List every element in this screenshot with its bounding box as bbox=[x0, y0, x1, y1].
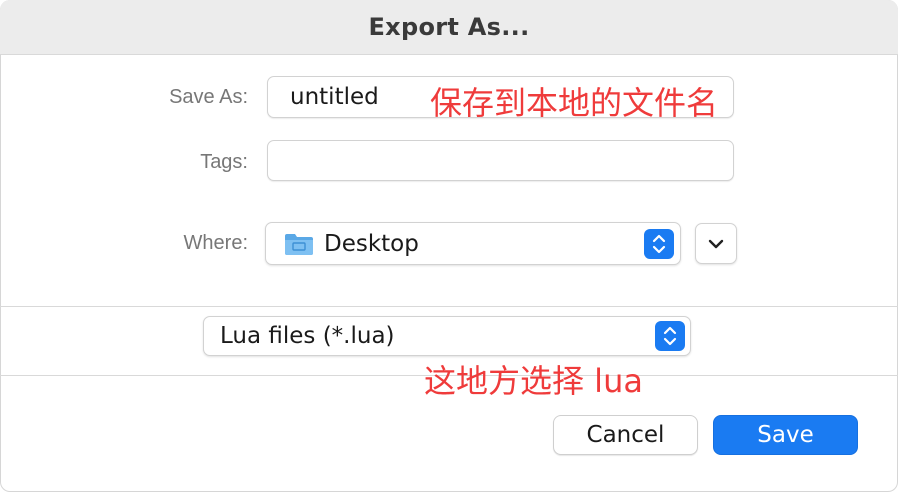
filename-annotation: 保存到本地的文件名 bbox=[430, 84, 719, 122]
file-format-value: Lua files (*.lua) bbox=[220, 323, 395, 349]
where-label: Where: bbox=[183, 232, 248, 254]
where-popup[interactable]: Desktop bbox=[265, 222, 681, 265]
folder-icon bbox=[284, 232, 314, 256]
expand-browser-button[interactable] bbox=[695, 223, 737, 264]
file-format-popup[interactable]: Lua files (*.lua) bbox=[203, 316, 691, 356]
tags-input[interactable] bbox=[267, 140, 734, 181]
format-annotation: 这地方选择 lua bbox=[424, 362, 643, 400]
where-value: Desktop bbox=[324, 230, 419, 257]
save-as-value: untitled bbox=[290, 84, 379, 110]
up-down-stepper-icon bbox=[644, 228, 674, 259]
cancel-button[interactable]: Cancel bbox=[553, 415, 698, 455]
chevron-down-icon bbox=[708, 238, 724, 250]
save-as-label: Save As: bbox=[169, 86, 248, 108]
divider bbox=[0, 306, 898, 307]
save-button[interactable]: Save bbox=[713, 415, 858, 455]
export-dialog: Export As... Save As: untitled Tags: Whe… bbox=[0, 0, 898, 492]
up-down-stepper-icon bbox=[655, 321, 685, 351]
title-bar: Export As... bbox=[0, 0, 898, 55]
tags-label: Tags: bbox=[200, 151, 248, 173]
dialog-title: Export As... bbox=[368, 13, 530, 41]
